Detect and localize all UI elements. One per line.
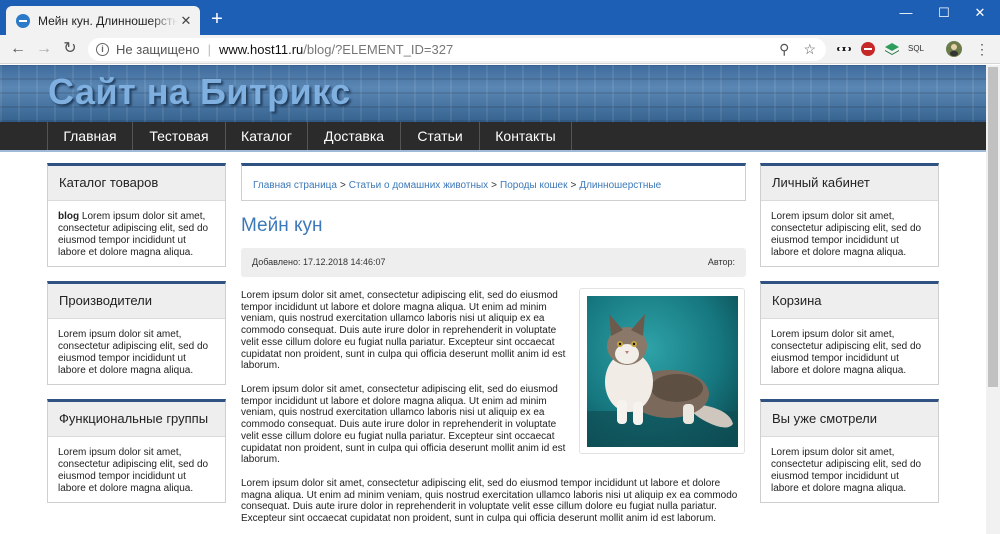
box-text-body: Lorem ipsum dolor sit amet, consectetur … <box>58 211 209 258</box>
page-viewport: Сайт на Битрикс Главная Тестовая Каталог… <box>0 65 986 534</box>
more-menu-icon[interactable]: ⋮ <box>974 41 990 57</box>
sql-extension-icon[interactable]: SQL <box>908 41 924 57</box>
sidebar-box-manufacturers: Производители Lorem ipsum dolor sit amet… <box>47 281 226 385</box>
box-text-bold[interactable]: blog <box>58 211 79 222</box>
reload-icon[interactable]: ↻ <box>60 39 80 59</box>
minimize-icon[interactable]: — <box>886 0 926 28</box>
breadcrumb-separator: > <box>570 180 577 191</box>
article-image-frame <box>579 288 745 454</box>
address-bar[interactable]: i Не защищено | www.host11.ru/blog/?ELEM… <box>88 38 826 61</box>
article-paragraph: Lorem ipsum dolor sit amet, consectetur … <box>241 478 738 525</box>
box-text: Lorem ipsum dolor sit amet, consectetur … <box>771 211 922 258</box>
breadcrumb-separator: > <box>339 180 346 191</box>
menu-item-home[interactable]: Главная <box>47 122 133 150</box>
box-text: Lorem ipsum dolor sit amet, consectetur … <box>771 329 922 376</box>
globe-icon <box>16 13 30 28</box>
sidebar-box-functional-groups: Функциональные группы Lorem ipsum dolor … <box>47 399 226 503</box>
adblock-extension-icon[interactable] <box>860 41 876 57</box>
header-divider <box>0 150 986 152</box>
tab-close-icon[interactable]: ✕ <box>178 13 194 29</box>
url-path: /blog/?ELEMENT_ID=327 <box>303 42 454 57</box>
menu-item-contacts[interactable]: Контакты <box>480 122 572 150</box>
breadcrumb-link-cat-breeds[interactable]: Породы кошек <box>500 180 567 191</box>
close-window-icon[interactable]: ✕ <box>960 0 1000 28</box>
box-title[interactable]: Функциональные группы <box>48 402 225 437</box>
menu-item-delivery[interactable]: Доставка <box>308 122 401 150</box>
security-label: Не защищено <box>116 42 200 57</box>
site-title[interactable]: Сайт на Битрикс <box>48 71 351 113</box>
article-paragraph: Lorem ipsum dolor sit amet, consectetur … <box>241 384 566 466</box>
incognito-extension-icon[interactable] <box>836 41 852 57</box>
maximize-icon[interactable]: ☐ <box>924 0 964 28</box>
zoom-icon[interactable]: ⚲ <box>779 41 789 58</box>
new-tab-button[interactable]: + <box>206 9 228 31</box>
sidebar-box-recently-viewed: Вы уже смотрели Lorem ipsum dolor sit am… <box>760 399 939 503</box>
article-date: Добавлено: 17.12.2018 14:46:07 <box>252 257 386 267</box>
forward-icon[interactable]: → <box>34 39 54 59</box>
site-header: Сайт на Битрикс <box>0 65 986 122</box>
layers-extension-icon[interactable] <box>884 41 900 57</box>
browser-tab[interactable]: Мейн кун. Длинношерстные. Ст ✕ <box>6 6 200 35</box>
box-title[interactable]: Каталог товаров <box>48 166 225 201</box>
box-text: Lorem ipsum dolor sit amet, consectetur … <box>58 447 209 494</box>
page-scrollbar[interactable] <box>986 65 1000 534</box>
box-text: blog Lorem ipsum dolor sit amet, consect… <box>48 201 225 269</box>
article-meta: Добавлено: 17.12.2018 14:46:07 Автор: <box>241 248 746 277</box>
box-title[interactable]: Корзина <box>761 284 938 319</box>
box-title[interactable]: Производители <box>48 284 225 319</box>
article-author: Автор: <box>707 257 735 267</box>
breadcrumb-separator: > <box>491 180 498 191</box>
breadcrumb-link-home[interactable]: Главная страница <box>253 180 337 191</box>
bookmark-star-icon[interactable]: ☆ <box>803 41 816 58</box>
tab-title: Мейн кун. Длинношерстные. Ст <box>38 13 178 28</box>
scrollbar-thumb[interactable] <box>988 67 998 387</box>
box-title[interactable]: Личный кабинет <box>761 166 938 201</box>
breadcrumb-link-longhair[interactable]: Длинношерстные <box>579 180 661 191</box>
menu-item-test[interactable]: Тестовая <box>133 122 226 150</box>
main-menu: Главная Тестовая Каталог Доставка Статьи… <box>0 122 986 150</box>
box-title[interactable]: Вы уже смотрели <box>761 402 938 437</box>
info-icon[interactable]: i <box>96 43 109 56</box>
browser-toolbar: ← → ↻ i Не защищено | www.host11.ru/blog… <box>0 35 1000 64</box>
box-text: Lorem ipsum dolor sit amet, consectetur … <box>771 447 922 494</box>
browser-titlebar: Мейн кун. Длинношерстные. Ст ✕ + — ☐ ✕ <box>0 0 1000 35</box>
sidebar-box-cart: Корзина Lorem ipsum dolor sit amet, cons… <box>760 281 939 385</box>
back-icon[interactable]: ← <box>8 39 28 59</box>
sidebar-box-personal-account: Личный кабинет Lorem ipsum dolor sit ame… <box>760 163 939 267</box>
article-title: Мейн кун <box>241 215 323 236</box>
article-paragraph: Lorem ipsum dolor sit amet, consectetur … <box>241 290 566 372</box>
breadcrumb: Главная страница > Статьи о домашних живот… <box>241 163 746 201</box>
menu-item-articles[interactable]: Статьи <box>401 122 480 150</box>
profile-avatar[interactable] <box>946 41 962 57</box>
sidebar-box-catalog: Каталог товаров blog Lorem ipsum dolor s… <box>47 163 226 267</box>
maine-coon-cat-photo[interactable] <box>587 296 738 447</box>
url-host: www.host11.ru <box>218 42 304 57</box>
omnibox-divider: | <box>207 42 211 57</box>
box-text: Lorem ipsum dolor sit amet, consectetur … <box>58 329 209 376</box>
menu-item-catalog[interactable]: Каталог <box>226 122 308 150</box>
breadcrumb-link-pet-articles[interactable]: Статьи о домашних животных <box>349 180 488 191</box>
